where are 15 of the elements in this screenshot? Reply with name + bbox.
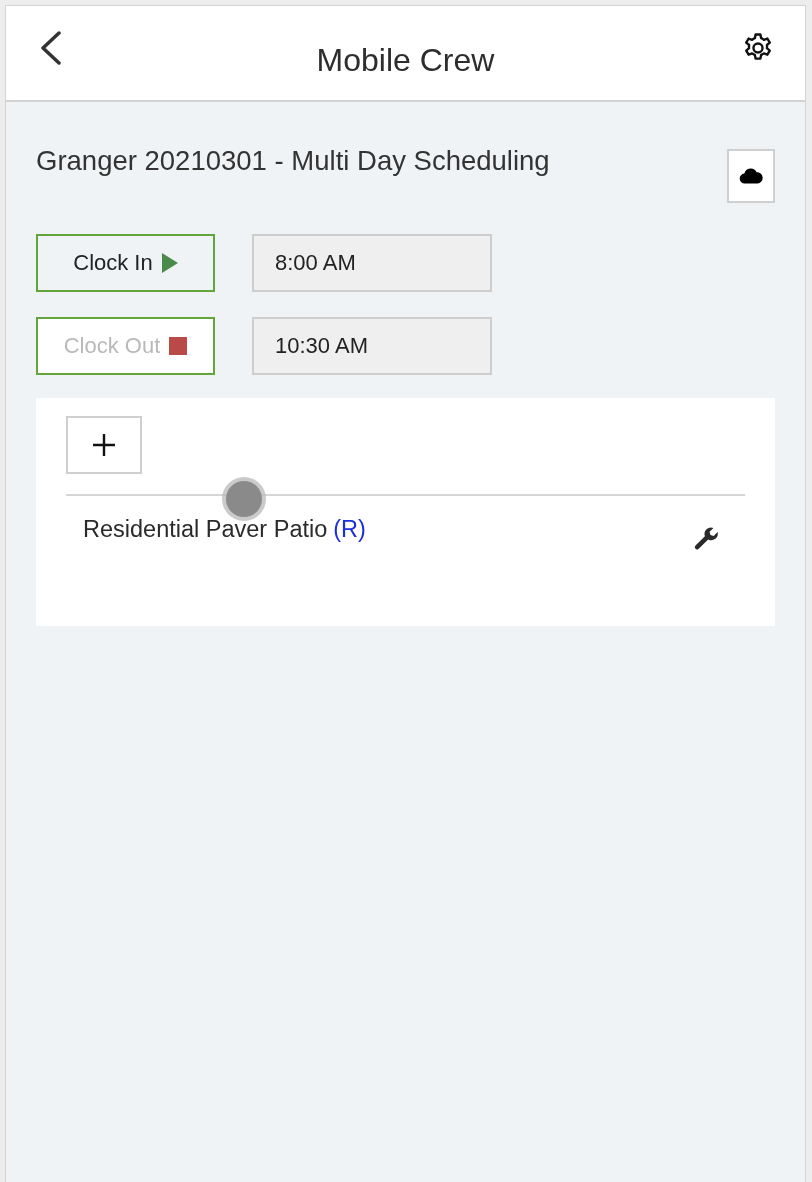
wrench-icon: [693, 526, 719, 552]
back-chevron-icon: [40, 31, 62, 65]
touch-indicator-icon: [221, 476, 267, 522]
service-type-link[interactable]: (R): [333, 515, 366, 542]
job-title: Granger 20210301 - Multi Day Scheduling: [36, 144, 550, 177]
cloud-sync-button[interactable]: [727, 149, 775, 203]
service-name: Residential Paver Patio: [83, 515, 328, 542]
cloud-icon: [739, 168, 763, 184]
page-title: Mobile Crew: [316, 42, 495, 79]
play-icon: [161, 253, 178, 273]
service-tools-button[interactable]: [693, 526, 719, 552]
stop-icon: [169, 337, 188, 355]
clock-in-button[interactable]: Clock In: [36, 234, 215, 292]
time-field[interactable]: 8:00 AM: [252, 234, 492, 292]
plus-icon: [93, 434, 115, 456]
